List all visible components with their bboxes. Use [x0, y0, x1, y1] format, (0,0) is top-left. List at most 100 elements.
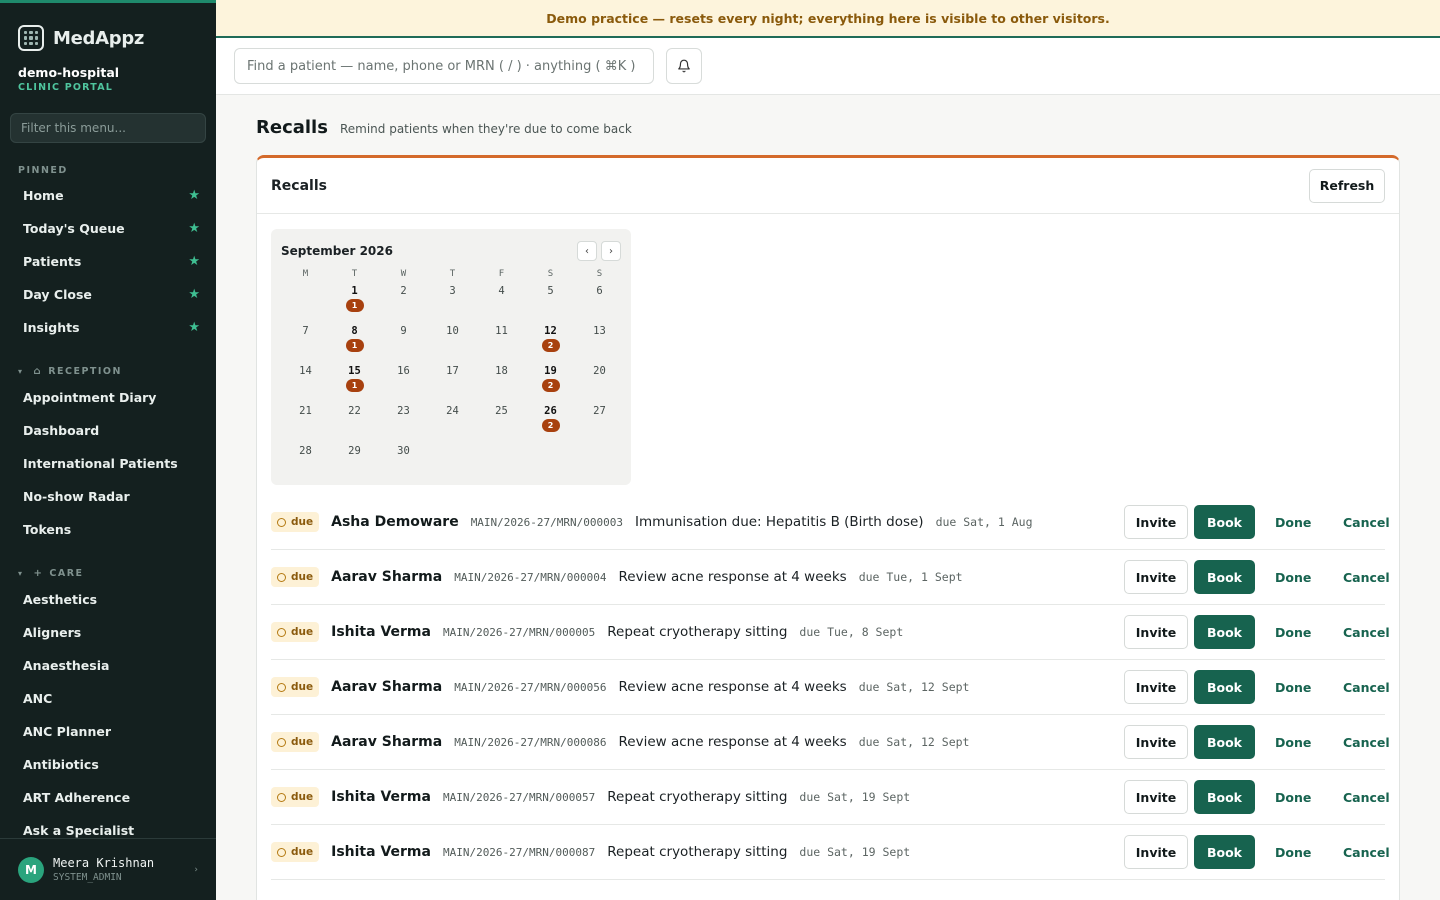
user-menu[interactable]: M Meera Krishnan SYSTEM_ADMIN ›: [0, 838, 216, 900]
calendar-day[interactable]: 17: [428, 363, 477, 403]
cancel-button[interactable]: Cancel: [1343, 570, 1390, 585]
sidebar-item-insights[interactable]: Insights ★: [0, 311, 216, 344]
done-button[interactable]: Done: [1275, 680, 1311, 695]
sidebar-item-no-show-radar[interactable]: No-show Radar: [0, 480, 216, 513]
calendar-day[interactable]: 16: [379, 363, 428, 403]
book-button[interactable]: Book: [1194, 505, 1255, 539]
sidebar-item-day-close[interactable]: Day Close ★: [0, 278, 216, 311]
calendar-day[interactable]: 29: [330, 443, 379, 483]
star-icon[interactable]: ★: [188, 254, 200, 269]
cancel-button[interactable]: Cancel: [1343, 515, 1390, 530]
org-switcher[interactable]: demo-hospital CLINIC PORTAL: [0, 57, 216, 93]
sidebar-item-antibiotics[interactable]: Antibiotics: [0, 748, 216, 781]
calendar-day[interactable]: 28: [281, 443, 330, 483]
done-button[interactable]: Done: [1275, 735, 1311, 750]
cancel-button[interactable]: Cancel: [1343, 790, 1390, 805]
sidebar-item-ask-a-specialist[interactable]: Ask a Specialist: [0, 814, 216, 841]
sidebar-item-today-s-queue[interactable]: Today's Queue ★: [0, 212, 216, 245]
done-button[interactable]: Done: [1275, 515, 1311, 530]
care-section-label[interactable]: ▾ + CARE: [0, 568, 216, 579]
sidebar-item-aesthetics[interactable]: Aesthetics: [0, 583, 216, 616]
book-button[interactable]: Book: [1194, 615, 1255, 649]
invite-button[interactable]: Invite: [1124, 780, 1188, 814]
calendar-day[interactable]: 3: [428, 283, 477, 323]
done-button[interactable]: Done: [1275, 790, 1311, 805]
sidebar-item-home[interactable]: Home ★: [0, 179, 216, 212]
calendar-day[interactable]: 19 2: [526, 363, 575, 403]
patient-name-link[interactable]: Ishita Verma: [331, 844, 431, 860]
calendar-day[interactable]: 13: [575, 323, 624, 363]
patient-name-link[interactable]: Asha Demoware: [331, 514, 459, 530]
star-icon[interactable]: ★: [188, 320, 200, 335]
book-button[interactable]: Book: [1194, 835, 1255, 869]
calendar-day[interactable]: 12 2: [526, 323, 575, 363]
calendar-day[interactable]: 22: [330, 403, 379, 443]
sidebar-item-anc[interactable]: ANC: [0, 682, 216, 715]
calendar-day[interactable]: 2: [379, 283, 428, 323]
calendar-day[interactable]: 9: [379, 323, 428, 363]
sidebar-item-art-adherence[interactable]: ART Adherence: [0, 781, 216, 814]
menu-filter-input[interactable]: Filter this menu...: [10, 113, 206, 143]
star-icon[interactable]: ★: [188, 287, 200, 302]
done-button[interactable]: Done: [1275, 625, 1311, 640]
done-button[interactable]: Done: [1275, 570, 1311, 585]
patient-name-link[interactable]: Ishita Verma: [331, 624, 431, 640]
calendar-day[interactable]: 4: [477, 283, 526, 323]
calendar-day[interactable]: 27: [575, 403, 624, 443]
brand[interactable]: MedAppz: [0, 3, 216, 57]
invite-button[interactable]: Invite: [1124, 615, 1188, 649]
book-button[interactable]: Book: [1194, 725, 1255, 759]
invite-button[interactable]: Invite: [1124, 670, 1188, 704]
cancel-button[interactable]: Cancel: [1343, 735, 1390, 750]
star-icon[interactable]: ★: [188, 221, 200, 236]
book-button[interactable]: Book: [1194, 670, 1255, 704]
calendar-day[interactable]: 11: [330, 283, 379, 323]
calendar-day[interactable]: 7: [281, 323, 330, 363]
calendar-day[interactable]: 26 2: [526, 403, 575, 443]
calendar-day[interactable]: 23: [379, 403, 428, 443]
invite-button[interactable]: Invite: [1124, 560, 1188, 594]
notifications-button[interactable]: [666, 48, 702, 84]
calendar-day[interactable]: 5: [526, 283, 575, 323]
calendar-prev-button[interactable]: ‹: [577, 241, 597, 261]
sidebar-item-international-patients[interactable]: International Patients: [0, 447, 216, 480]
calendar-day[interactable]: 81: [330, 323, 379, 363]
calendar-day[interactable]: 24: [428, 403, 477, 443]
book-button[interactable]: Book: [1194, 560, 1255, 594]
reception-section-label[interactable]: ▾ ⌂ RECEPTION: [0, 366, 216, 377]
calendar-day-number: 18: [495, 365, 508, 377]
invite-button[interactable]: Invite: [1124, 725, 1188, 759]
cancel-button[interactable]: Cancel: [1343, 680, 1390, 695]
patient-name-link[interactable]: Aarav Sharma: [331, 734, 442, 750]
calendar-next-button[interactable]: ›: [601, 241, 621, 261]
calendar-day[interactable]: 30: [379, 443, 428, 483]
sidebar-item-anc-planner[interactable]: ANC Planner: [0, 715, 216, 748]
star-icon[interactable]: ★: [188, 188, 200, 203]
patient-name-link[interactable]: Ishita Verma: [331, 789, 431, 805]
cancel-button[interactable]: Cancel: [1343, 845, 1390, 860]
calendar-day[interactable]: 18: [477, 363, 526, 403]
refresh-button[interactable]: Refresh: [1309, 168, 1385, 203]
invite-button[interactable]: Invite: [1124, 505, 1188, 539]
calendar-day[interactable]: 10: [428, 323, 477, 363]
patient-name-link[interactable]: Aarav Sharma: [331, 569, 442, 585]
sidebar-item-tokens[interactable]: Tokens: [0, 513, 216, 546]
book-button[interactable]: Book: [1194, 780, 1255, 814]
sidebar-item-dashboard[interactable]: Dashboard: [0, 414, 216, 447]
calendar-day[interactable]: 15 1: [330, 363, 379, 403]
sidebar-item-aligners[interactable]: Aligners: [0, 616, 216, 649]
calendar-day[interactable]: 11: [477, 323, 526, 363]
sidebar-item-appointment-diary[interactable]: Appointment Diary: [0, 381, 216, 414]
sidebar-item-anaesthesia[interactable]: Anaesthesia: [0, 649, 216, 682]
sidebar-item-patients[interactable]: Patients ★: [0, 245, 216, 278]
done-button[interactable]: Done: [1275, 845, 1311, 860]
cancel-button[interactable]: Cancel: [1343, 625, 1390, 640]
calendar-day[interactable]: 21: [281, 403, 330, 443]
calendar-day[interactable]: 20: [575, 363, 624, 403]
patient-name-link[interactable]: Aarav Sharma: [331, 679, 442, 695]
invite-button[interactable]: Invite: [1124, 835, 1188, 869]
patient-search-input[interactable]: Find a patient — name, phone or MRN ( / …: [234, 48, 654, 84]
calendar-day[interactable]: 14: [281, 363, 330, 403]
calendar-day[interactable]: 6: [575, 283, 624, 323]
calendar-day[interactable]: 25: [477, 403, 526, 443]
